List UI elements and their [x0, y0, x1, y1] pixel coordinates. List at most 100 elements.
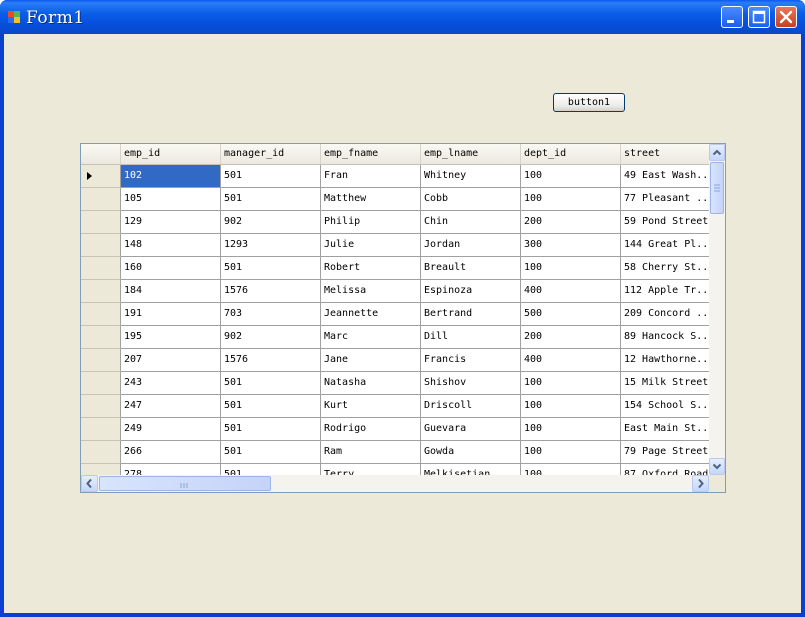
minimize-button[interactable] — [721, 6, 743, 28]
cell-dept-id[interactable]: 100 — [521, 372, 621, 395]
cell-emp-id[interactable]: 102 — [121, 165, 221, 188]
table-row[interactable]: 247 501 Kurt Driscoll 100 154 School S.. — [81, 395, 709, 418]
scroll-up-button[interactable] — [709, 144, 725, 161]
cell-emp-id[interactable]: 191 — [121, 303, 221, 326]
cell-emp-lname[interactable]: Chin — [421, 211, 521, 234]
cell-emp-id[interactable]: 195 — [121, 326, 221, 349]
row-header-cell[interactable] — [81, 372, 121, 395]
row-header-cell[interactable] — [81, 441, 121, 464]
scroll-down-button[interactable] — [709, 458, 725, 475]
cell-emp-fname[interactable]: Natasha — [321, 372, 421, 395]
table-row[interactable]: 243 501 Natasha Shishov 100 15 Milk Street — [81, 372, 709, 395]
top-left-header-cell[interactable] — [81, 144, 121, 164]
cell-dept-id[interactable]: 500 — [521, 303, 621, 326]
column-header-emp-id[interactable]: emp_id — [121, 144, 221, 164]
cell-manager-id[interactable]: 501 — [221, 395, 321, 418]
cell-emp-fname[interactable]: Jeannette — [321, 303, 421, 326]
cell-emp-fname[interactable]: Rodrigo — [321, 418, 421, 441]
cell-emp-id[interactable]: 278 — [121, 464, 221, 475]
cell-emp-id[interactable]: 249 — [121, 418, 221, 441]
row-header-cell[interactable] — [81, 326, 121, 349]
data-grid-view[interactable]: emp_id manager_id emp_fname emp_lname dept_i… — [80, 143, 726, 493]
table-row[interactable]: 266 501 Ram Gowda 100 79 Page Street — [81, 441, 709, 464]
table-row[interactable]: 102 501 Fran Whitney 100 49 East Wash.. — [81, 165, 709, 188]
cell-street[interactable]: 112 Apple Tr.. — [621, 280, 709, 303]
table-row[interactable]: 184 1576 Melissa Espinoza 400 112 Apple Tr.. — [81, 280, 709, 303]
cell-manager-id[interactable]: 501 — [221, 441, 321, 464]
table-row[interactable]: 129 902 Philip Chin 200 59 Pond Street — [81, 211, 709, 234]
cell-emp-id[interactable]: 184 — [121, 280, 221, 303]
cell-emp-id[interactable]: 266 — [121, 441, 221, 464]
cell-emp-fname[interactable]: Robert — [321, 257, 421, 280]
cell-dept-id[interactable]: 400 — [521, 280, 621, 303]
cell-emp-lname[interactable]: Jordan — [421, 234, 521, 257]
vertical-scrollbar[interactable] — [709, 144, 725, 475]
cell-emp-fname[interactable]: Julie — [321, 234, 421, 257]
cell-manager-id[interactable]: 501 — [221, 165, 321, 188]
cell-emp-fname[interactable]: Marc — [321, 326, 421, 349]
cell-dept-id[interactable]: 100 — [521, 257, 621, 280]
table-row[interactable]: 160 501 Robert Breault 100 58 Cherry St.. — [81, 257, 709, 280]
cell-emp-id[interactable]: 247 — [121, 395, 221, 418]
button1[interactable]: button1 — [553, 93, 625, 112]
cell-emp-lname[interactable]: Shishov — [421, 372, 521, 395]
column-header-manager-id[interactable]: manager_id — [221, 144, 321, 164]
cell-emp-fname[interactable]: Kurt — [321, 395, 421, 418]
row-header-cell[interactable] — [81, 280, 121, 303]
cell-manager-id[interactable]: 1576 — [221, 280, 321, 303]
cell-street[interactable]: 49 East Wash.. — [621, 165, 709, 188]
cell-dept-id[interactable]: 400 — [521, 349, 621, 372]
cell-emp-lname[interactable]: Espinoza — [421, 280, 521, 303]
cell-emp-fname[interactable]: Jane — [321, 349, 421, 372]
row-header-cell[interactable] — [81, 188, 121, 211]
cell-emp-fname[interactable]: Fran — [321, 165, 421, 188]
cell-street[interactable]: 15 Milk Street — [621, 372, 709, 395]
cell-street[interactable]: 144 Great Pl.. — [621, 234, 709, 257]
row-header-cell[interactable] — [81, 418, 121, 441]
cell-street[interactable]: 58 Cherry St.. — [621, 257, 709, 280]
cell-manager-id[interactable]: 501 — [221, 257, 321, 280]
cell-manager-id[interactable]: 501 — [221, 372, 321, 395]
cell-emp-lname[interactable]: Guevara — [421, 418, 521, 441]
cell-manager-id[interactable]: 902 — [221, 326, 321, 349]
cell-dept-id[interactable]: 100 — [521, 395, 621, 418]
table-row[interactable]: 148 1293 Julie Jordan 300 144 Great Pl.. — [81, 234, 709, 257]
cell-manager-id[interactable]: 1576 — [221, 349, 321, 372]
cell-emp-lname[interactable]: Dill — [421, 326, 521, 349]
cell-emp-lname[interactable]: Francis — [421, 349, 521, 372]
cell-emp-lname[interactable]: Cobb — [421, 188, 521, 211]
cell-emp-fname[interactable]: Ram — [321, 441, 421, 464]
cell-dept-id[interactable]: 100 — [521, 165, 621, 188]
column-header-street[interactable]: street — [621, 144, 709, 164]
cell-emp-fname[interactable]: Terry — [321, 464, 421, 475]
cell-emp-id[interactable]: 105 — [121, 188, 221, 211]
cell-emp-id[interactable]: 207 — [121, 349, 221, 372]
table-row[interactable]: 195 902 Marc Dill 200 89 Hancock S.. — [81, 326, 709, 349]
cell-emp-fname[interactable]: Matthew — [321, 188, 421, 211]
vertical-scroll-thumb[interactable] — [710, 162, 724, 214]
cell-street[interactable]: 154 School S.. — [621, 395, 709, 418]
row-header-cell[interactable] — [81, 211, 121, 234]
cell-emp-lname[interactable]: Bertrand — [421, 303, 521, 326]
row-header-cell[interactable] — [81, 464, 121, 475]
table-row[interactable]: 105 501 Matthew Cobb 100 77 Pleasant .. — [81, 188, 709, 211]
cell-dept-id[interactable]: 100 — [521, 418, 621, 441]
row-header-cell[interactable] — [81, 349, 121, 372]
row-header-cell[interactable] — [81, 303, 121, 326]
cell-emp-lname[interactable]: Driscoll — [421, 395, 521, 418]
cell-street[interactable]: 77 Pleasant .. — [621, 188, 709, 211]
cell-dept-id[interactable]: 100 — [521, 464, 621, 475]
cell-manager-id[interactable]: 501 — [221, 464, 321, 475]
cell-manager-id[interactable]: 703 — [221, 303, 321, 326]
column-header-dept-id[interactable]: dept_id — [521, 144, 621, 164]
horizontal-scrollbar[interactable] — [81, 475, 709, 492]
cell-emp-lname[interactable]: Breault — [421, 257, 521, 280]
title-bar[interactable]: Form1 — [0, 0, 805, 34]
close-button[interactable] — [775, 6, 797, 28]
cell-emp-id[interactable]: 160 — [121, 257, 221, 280]
table-row[interactable]: 278 501 Terry Melkisetian 100 87 Oxford Road — [81, 464, 709, 475]
column-header-emp-lname[interactable]: emp_lname — [421, 144, 521, 164]
cell-street[interactable]: 79 Page Street — [621, 441, 709, 464]
cell-manager-id[interactable]: 902 — [221, 211, 321, 234]
scroll-right-button[interactable] — [692, 475, 709, 492]
